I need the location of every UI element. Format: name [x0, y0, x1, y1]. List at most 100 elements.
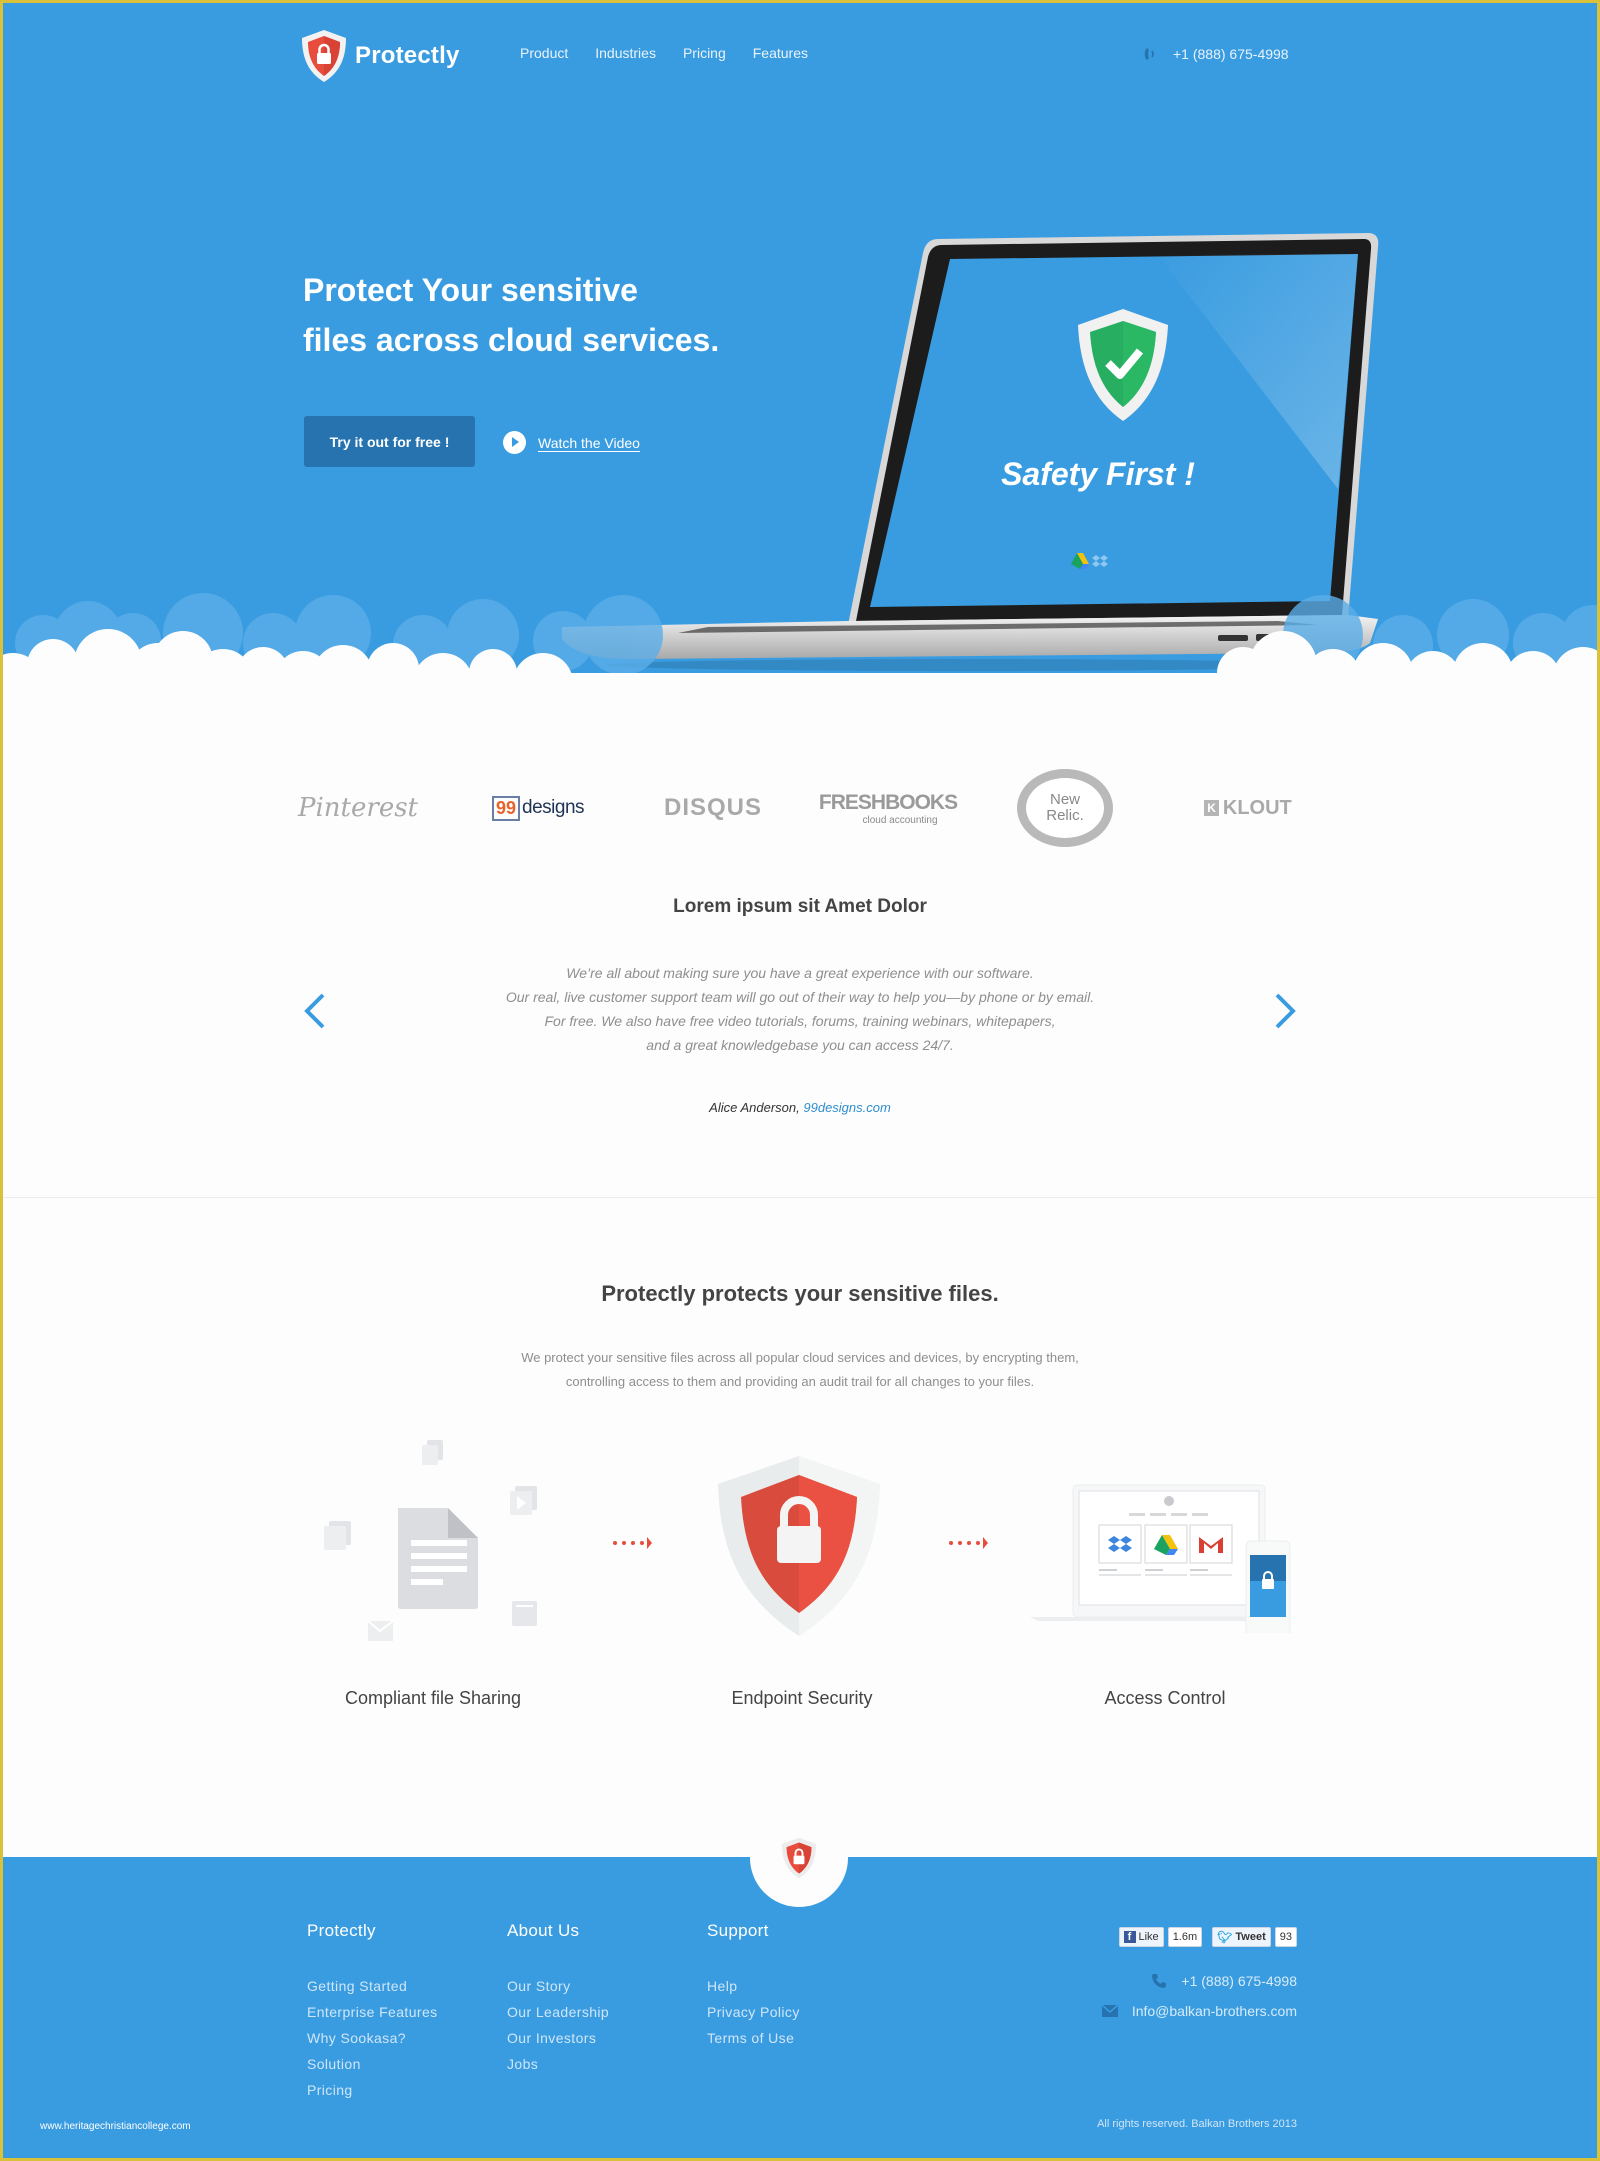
features-description: We protect your sensitive files across a…: [3, 1346, 1597, 1394]
footer-column-protectly: Protectly Getting Started Enterprise Fea…: [307, 1921, 438, 2103]
page: Protectly Product Industries Pricing Fea…: [3, 3, 1597, 2158]
video-file-icon: [510, 1486, 537, 1515]
testimonial-author: Alice Anderson, 99designs.com: [3, 1100, 1597, 1115]
tweet-label: Tweet: [1235, 1931, 1266, 1943]
facebook-icon: f: [1123, 1931, 1136, 1943]
footer-column-title: Support: [707, 1921, 769, 1940]
image-file-icon: [324, 1521, 351, 1550]
new-relic-line-1: New: [1049, 791, 1080, 808]
footer-logo-badge: [750, 1809, 848, 1907]
copy-files-icon: [422, 1440, 443, 1465]
footer-phone: +1 (888) 675-4998: [1151, 1973, 1297, 1989]
logo-freshbooks: FRESHBOOKS cloud accounting: [818, 790, 958, 826]
tweet-count: 93: [1274, 1927, 1297, 1947]
author-name: Alice Anderson,: [709, 1100, 800, 1115]
like-label: Like: [1138, 1931, 1159, 1943]
tweet-button[interactable]: 🐦︎ Tweet: [1212, 1927, 1271, 1947]
clouds-decoration: [3, 593, 1597, 683]
flow-arrow-icon: [613, 1537, 652, 1549]
brand-name: Protectly: [355, 42, 460, 69]
footer-column-title: Protectly: [307, 1921, 376, 1940]
nav-phone-number[interactable]: +1 (888) 675-4998: [1173, 46, 1289, 62]
freshbooks-tagline: cloud accounting: [862, 814, 938, 826]
logo-new-relic: New Relic.: [1015, 763, 1115, 853]
nav-phone: +1 (888) 675-4998: [1141, 45, 1289, 63]
quote-line: Our real, live customer support team wil…: [505, 989, 1095, 1005]
feature-access-control-illustration: [1028, 1473, 1298, 1638]
top-nav: Protectly Product Industries Pricing Fea…: [3, 29, 1597, 82]
features-desc-line-2: controlling access to them and providing…: [565, 1374, 1035, 1389]
feature-label-file-sharing: Compliant file Sharing: [344, 1688, 522, 1708]
nav-links: Product Industries Pricing Features: [520, 45, 835, 61]
klout-wordmark: KLOUT: [1222, 796, 1292, 819]
nav-link-industries[interactable]: Industries: [595, 45, 656, 61]
phone-icon: [1152, 1974, 1167, 1988]
phone-lock-device: [1245, 1540, 1291, 1638]
like-count: 1.6m: [1167, 1927, 1203, 1947]
features-desc-line-1: We protect your sensitive files across a…: [521, 1350, 1079, 1365]
footer-column-about: About Us Our Story Our Leadership Our In…: [507, 1921, 609, 2077]
footer-column-title: About Us: [507, 1921, 580, 1940]
new-relic-line-2: Relic.: [1046, 807, 1084, 824]
screen-text: Safety First !: [1001, 456, 1195, 492]
testimonial-next-button[interactable]: [1269, 991, 1299, 1031]
quote-line: We’re all about making sure you have a g…: [566, 965, 1034, 981]
section-divider: [3, 1197, 1597, 1198]
try-free-button[interactable]: Try it out for free !: [304, 416, 475, 467]
footer-link-our-story[interactable]: Our Story: [507, 1973, 609, 1999]
footer-phone-number[interactable]: +1 (888) 675-4998: [1181, 1973, 1297, 1989]
feature-label-endpoint: Endpoint Security: [731, 1688, 873, 1708]
footer-column-support: Support Help Privacy Policy Terms of Use: [707, 1921, 800, 2051]
nav-link-pricing[interactable]: Pricing: [683, 45, 726, 61]
footer-email-address[interactable]: Info@balkan-brothers.com: [1132, 2003, 1297, 2019]
watermark-text: www.heritagechristiancollege.com: [40, 2121, 191, 2132]
footer-link-why-sookasa[interactable]: Why Sookasa?: [307, 2025, 438, 2051]
testimonial-title: Lorem ipsum sit Amet Dolor: [673, 896, 927, 917]
testimonial-quote: We’re all about making sure you have a g…: [3, 961, 1597, 1057]
play-icon: [503, 431, 526, 454]
footer-link-privacy-policy[interactable]: Privacy Policy: [707, 1999, 800, 2025]
logo-pinterest: Pinterest: [298, 793, 418, 823]
logo-klout: K KLOUT: [1193, 763, 1303, 853]
footer-link-getting-started[interactable]: Getting Started: [307, 1973, 438, 1999]
footer-link-terms-of-use[interactable]: Terms of Use: [707, 2025, 800, 2051]
client-logos: Pinterest 99 designs DISQUS FRESHBOOKS c…: [298, 763, 1303, 853]
shield-lock-icon: [718, 1456, 880, 1636]
99-badge: 99: [491, 795, 521, 821]
feature-endpoint-illustration: [718, 1456, 880, 1641]
quote-line: For free. We also have free video tutori…: [544, 1013, 1056, 1029]
nav-link-product[interactable]: Product: [520, 45, 568, 61]
footer-email: Info@balkan-brothers.com: [1101, 2003, 1297, 2019]
features-title: Protectly protects your sensitive files.: [601, 1281, 999, 1306]
footer-link-pricing[interactable]: Pricing: [307, 2077, 438, 2103]
chevron-right-icon: [1275, 993, 1296, 1029]
brand-logo[interactable]: Protectly: [301, 29, 460, 83]
shield-lock-icon: [302, 30, 346, 82]
footer-link-our-investors[interactable]: Our Investors: [507, 2025, 609, 2051]
nav-link-features[interactable]: Features: [753, 45, 808, 61]
footer-link-our-leadership[interactable]: Our Leadership: [507, 1999, 609, 2025]
document-icon: [398, 1508, 478, 1609]
twitter-bird-icon: 🐦︎: [1217, 1930, 1233, 1944]
feature-label-access-control: Access Control: [1104, 1688, 1226, 1708]
feature-file-sharing-illustration: [320, 1433, 550, 1658]
facebook-like-button[interactable]: f Like: [1118, 1927, 1164, 1947]
copyright-text: All rights reserved. Balkan Brothers 201…: [1097, 2118, 1297, 2130]
shield-lock-icon: [781, 1837, 817, 1879]
quote-line: and a great knowledgebase you can access…: [646, 1037, 954, 1053]
envelope-icon: [1101, 2005, 1118, 2017]
phone-ringing-icon: [1144, 48, 1154, 60]
klout-mark-icon: K: [1204, 800, 1219, 816]
logo-99designs: 99 designs: [483, 763, 593, 853]
logo-disqus: DISQUS: [663, 794, 762, 821]
mail-icon: [367, 1620, 394, 1641]
social-buttons: f Like 1.6m 🐦︎ Tweet 93: [1118, 1927, 1297, 1947]
footer-link-jobs[interactable]: Jobs: [507, 2051, 609, 2077]
hero-section: Protectly Product Industries Pricing Fea…: [3, 3, 1597, 683]
flow-arrow-icon: [949, 1537, 988, 1549]
footer-link-help[interactable]: Help: [707, 1973, 800, 1999]
footer-link-enterprise-features[interactable]: Enterprise Features: [307, 1999, 438, 2025]
footer-link-solution[interactable]: Solution: [307, 2051, 438, 2077]
author-site-link[interactable]: 99designs.com: [803, 1100, 890, 1115]
browser-window-icon: [512, 1601, 537, 1626]
